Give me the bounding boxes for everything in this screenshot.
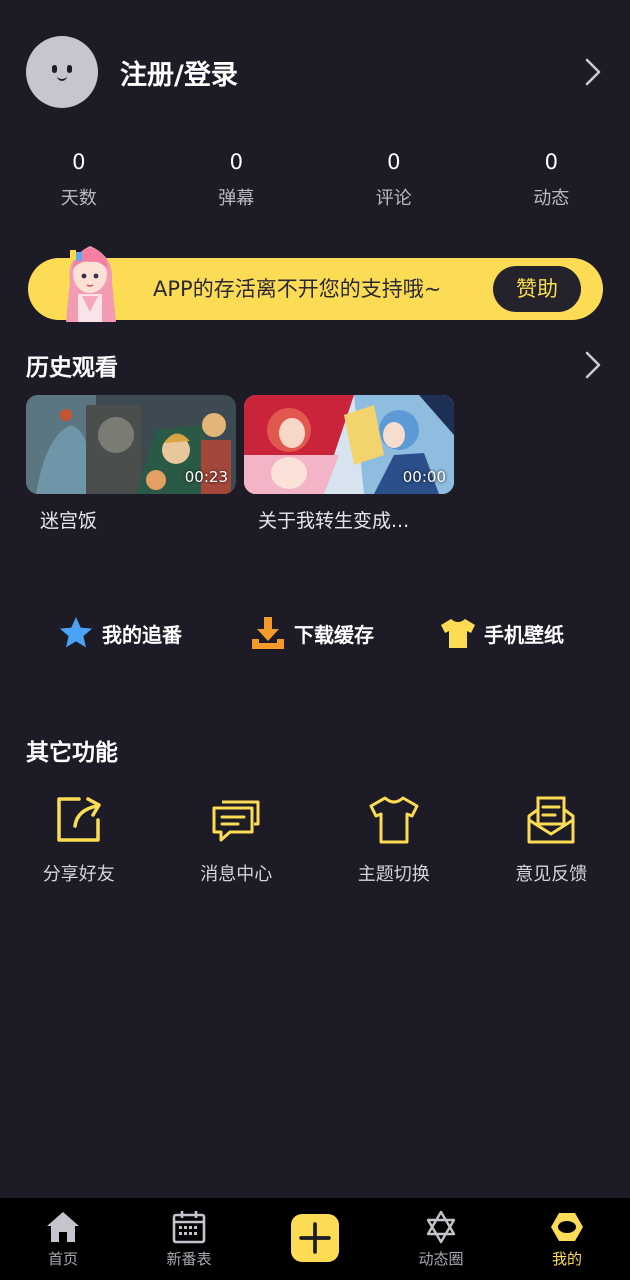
stat-posts[interactable]: 0 动态 bbox=[473, 150, 630, 210]
stat-comments[interactable]: 0 评论 bbox=[315, 150, 473, 210]
message-center-button[interactable]: 消息中心 bbox=[158, 794, 316, 886]
share-friends-button[interactable]: 分享好友 bbox=[0, 794, 158, 886]
stats-row: 0 天数 0 弹幕 0 评论 0 动态 bbox=[0, 150, 630, 210]
video-title[interactable]: 关于我转生变成... bbox=[244, 506, 454, 533]
feedback-icon bbox=[527, 796, 575, 844]
history-title: 历史观看 bbox=[26, 355, 118, 381]
feedback-button[interactable]: 意见反馈 bbox=[473, 794, 630, 886]
stat-days[interactable]: 0 天数 bbox=[0, 150, 158, 210]
history-card[interactable]: 00:23 迷宫饭 bbox=[26, 395, 236, 533]
profile-hex-icon bbox=[551, 1213, 583, 1241]
share-icon bbox=[57, 797, 101, 842]
video-thumbnail[interactable]: 00:00 bbox=[244, 395, 454, 494]
sponsor-button[interactable]: 赞助 bbox=[493, 266, 581, 312]
stat-value: 0 bbox=[72, 150, 86, 174]
nav-create[interactable] bbox=[252, 1198, 378, 1280]
quick-action-label: 手机壁纸 bbox=[484, 622, 564, 647]
nav-home[interactable]: 首页 bbox=[0, 1198, 126, 1280]
history-card[interactable]: 00:00 关于我转生变成... bbox=[244, 395, 454, 533]
nav-schedule[interactable]: 新番表 bbox=[126, 1198, 252, 1280]
nav-mine[interactable]: 我的 bbox=[504, 1198, 630, 1280]
profile-page: 注册/登录 0 天数 0 弹幕 0 评论 0 动态 APP的存活离不开您的支持哦… bbox=[0, 0, 630, 1280]
other-functions-title: 其它功能 bbox=[26, 740, 118, 766]
login-row[interactable]: 注册/登录 bbox=[26, 36, 604, 108]
quick-action-label: 我的追番 bbox=[102, 622, 182, 647]
plus-icon bbox=[299, 1222, 331, 1254]
wallpaper-button[interactable]: 手机壁纸 bbox=[440, 612, 564, 654]
download-icon bbox=[252, 617, 284, 649]
nav-label: 动态圈 bbox=[418, 1250, 464, 1268]
nav-label: 新番表 bbox=[166, 1250, 212, 1268]
nav-label: 我的 bbox=[551, 1250, 582, 1268]
bottom-nav: 首页 新番表 动态圈 我的 bbox=[0, 1198, 630, 1280]
video-title[interactable]: 迷宫饭 bbox=[26, 506, 236, 533]
function-label: 意见反馈 bbox=[515, 864, 588, 885]
login-label[interactable]: 注册/登录 bbox=[120, 53, 582, 92]
stat-danmaku[interactable]: 0 弹幕 bbox=[158, 150, 316, 210]
download-cache-button[interactable]: 下载缓存 bbox=[250, 612, 374, 654]
add-button[interactable] bbox=[291, 1214, 339, 1262]
hexagram-icon bbox=[426, 1210, 456, 1244]
calendar-icon bbox=[172, 1211, 206, 1244]
theme-switch-button[interactable]: 主题切换 bbox=[315, 794, 473, 886]
quick-actions: 我的追番 下载缓存 手机壁纸 bbox=[0, 612, 630, 654]
video-duration: 00:23 bbox=[184, 468, 228, 486]
stat-label: 动态 bbox=[533, 188, 570, 209]
stat-value: 0 bbox=[229, 150, 243, 174]
function-label: 主题切换 bbox=[357, 864, 430, 885]
quick-action-label: 下载缓存 bbox=[294, 622, 374, 647]
other-functions-grid: 分享好友 消息中心 主题切换 意见反馈 bbox=[0, 794, 630, 886]
chevron-right-icon[interactable] bbox=[582, 350, 604, 380]
tshirt-icon bbox=[441, 619, 475, 648]
stat-value: 0 bbox=[387, 150, 401, 174]
mascot-girl-image bbox=[66, 246, 116, 322]
nav-community[interactable]: 动态圈 bbox=[378, 1198, 504, 1280]
history-list: 00:23 迷宫饭 00:00 关于我转生变成... bbox=[26, 395, 454, 533]
function-label: 消息中心 bbox=[200, 864, 273, 885]
star-icon bbox=[60, 617, 92, 648]
video-duration: 00:00 bbox=[402, 468, 446, 486]
video-thumbnail[interactable]: 00:23 bbox=[26, 395, 236, 494]
stat-value: 0 bbox=[544, 150, 558, 174]
stat-label: 天数 bbox=[60, 188, 97, 209]
function-label: 分享好友 bbox=[42, 864, 115, 885]
message-icon bbox=[212, 800, 260, 842]
nav-label: 首页 bbox=[47, 1250, 78, 1268]
history-header[interactable]: 历史观看 bbox=[26, 345, 604, 385]
chevron-right-icon[interactable] bbox=[582, 57, 604, 87]
stat-label: 弹幕 bbox=[218, 188, 255, 209]
stat-label: 评论 bbox=[375, 188, 412, 209]
home-icon bbox=[47, 1212, 79, 1242]
my-following-button[interactable]: 我的追番 bbox=[58, 612, 182, 654]
avatar[interactable] bbox=[26, 36, 98, 108]
support-banner-text: APP的存活离不开您的支持哦~ bbox=[153, 277, 442, 301]
theme-icon bbox=[369, 796, 419, 844]
